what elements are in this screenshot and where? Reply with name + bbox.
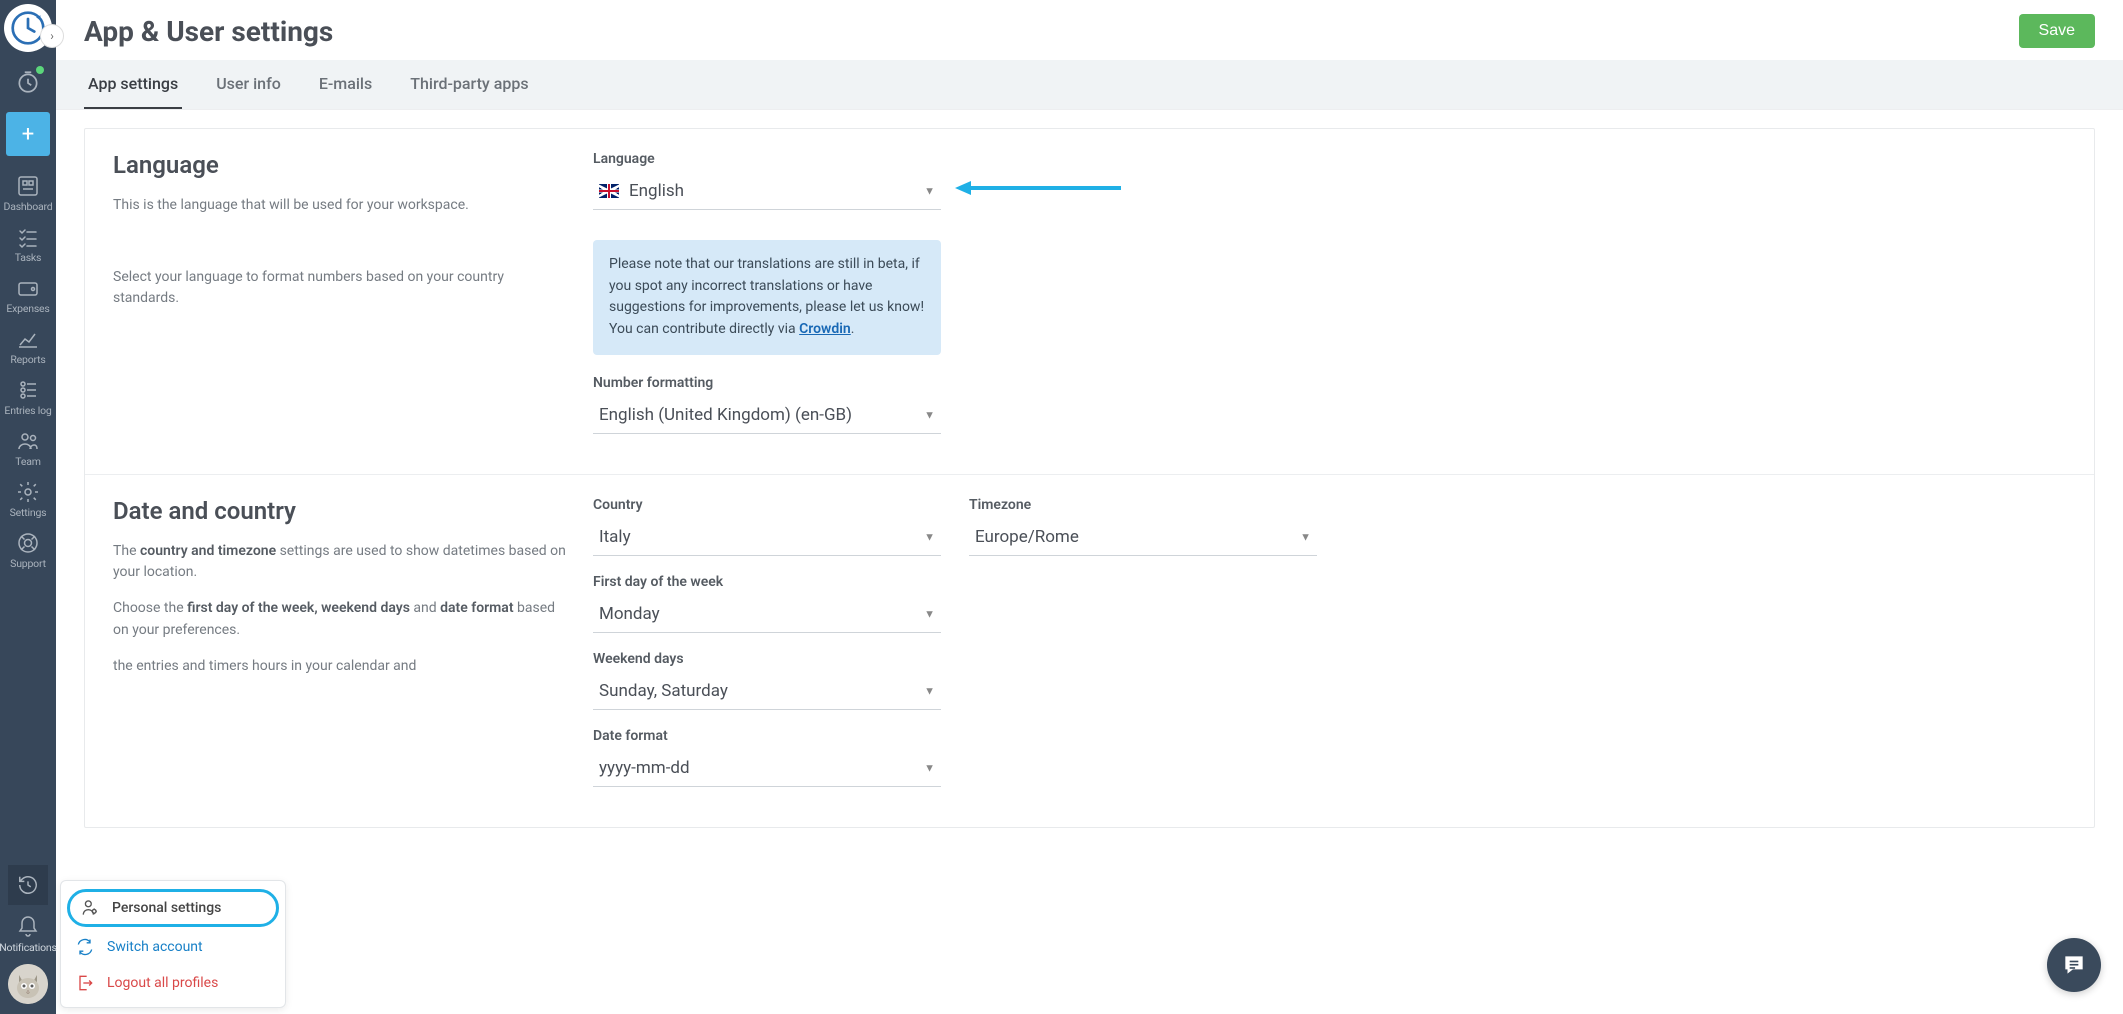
chevron-down-icon: ▼: [924, 607, 935, 620]
date-desc2: Choose the first day of the week, weeken…: [113, 598, 567, 641]
popup-logout[interactable]: Logout all profiles: [61, 965, 285, 1001]
timezone-label: Timezone: [969, 497, 1317, 513]
plus-icon: +: [22, 122, 34, 147]
timer-status-dot: [36, 66, 44, 74]
date-heading: Date and country: [113, 497, 567, 525]
save-button[interactable]: Save: [2019, 14, 2095, 48]
country-label: Country: [593, 497, 941, 513]
weekend-dropdown[interactable]: Sunday, Saturday ▼: [593, 673, 941, 710]
avatar[interactable]: [8, 964, 48, 1004]
language-dropdown[interactable]: English ▼: [593, 173, 941, 210]
firstday-label: First day of the week: [593, 574, 941, 590]
uk-flag-icon: [599, 184, 619, 198]
date-country-section: Date and country The country and timezon…: [85, 475, 2094, 827]
language-field-label: Language: [593, 151, 941, 167]
chevron-right-icon: ›: [50, 29, 54, 43]
sidebar-item-support[interactable]: Support: [0, 531, 56, 570]
language-value: English: [629, 181, 684, 201]
timer-icon[interactable]: [8, 62, 48, 102]
chat-fab[interactable]: [2047, 938, 2101, 992]
dateformat-dropdown[interactable]: yyyy-mm-dd ▼: [593, 750, 941, 787]
date-desc1: The country and timezone settings are us…: [113, 541, 567, 584]
app-logo[interactable]: ›: [4, 4, 52, 52]
number-format-label: Number formatting: [593, 375, 941, 391]
date-desc3: the entries and timers hours in your cal…: [113, 656, 567, 678]
language-section: Language This is the language that will …: [85, 129, 2094, 475]
sidebar-item-tasks[interactable]: Tasks: [0, 225, 56, 264]
history-icon[interactable]: [8, 865, 48, 905]
profile-popup: Personal settings Switch account Logout …: [60, 880, 286, 1008]
sidebar-item-notifications[interactable]: Notifications: [0, 915, 56, 954]
annotation-arrow: [953, 177, 1123, 199]
timezone-dropdown[interactable]: Europe/Rome ▼: [969, 519, 1317, 556]
chevron-down-icon: ▼: [924, 185, 935, 198]
weekend-value: Sunday, Saturday: [599, 681, 728, 701]
sidebar-item-team[interactable]: Team: [0, 429, 56, 468]
weekend-label: Weekend days: [593, 651, 941, 667]
language-desc2: Select your language to format numbers b…: [113, 267, 567, 310]
main: App & User settings Save App settings Us…: [56, 0, 2123, 1014]
timezone-value: Europe/Rome: [975, 527, 1079, 547]
page-title: App & User settings: [84, 15, 333, 48]
tab-app-settings[interactable]: App settings: [84, 60, 182, 109]
sidebar-nav: Dashboard Tasks Expenses Reports Entries…: [0, 174, 56, 570]
tab-emails[interactable]: E-mails: [315, 60, 376, 109]
language-desc1: This is the language that will be used f…: [113, 195, 567, 217]
tabs: App settings User info E-mails Third-par…: [56, 60, 2123, 110]
chevron-down-icon: ▼: [1300, 530, 1311, 543]
firstday-value: Monday: [599, 604, 660, 624]
country-value: Italy: [599, 527, 631, 547]
popup-switch-account[interactable]: Switch account: [61, 929, 285, 965]
crowdin-link[interactable]: Crowdin: [799, 321, 851, 337]
language-heading: Language: [113, 151, 567, 179]
add-button[interactable]: +: [6, 112, 50, 156]
content: Language This is the language that will …: [56, 110, 2123, 1014]
sidebar-expand-toggle[interactable]: ›: [40, 24, 64, 48]
sidebar-item-entries-log[interactable]: Entries log: [0, 378, 56, 417]
tab-third-party[interactable]: Third-party apps: [406, 60, 532, 109]
translation-note: Please note that our translations are st…: [593, 240, 941, 355]
chevron-down-icon: ▼: [924, 530, 935, 543]
number-format-value: English (United Kingdom) (en-GB): [599, 405, 852, 425]
popup-personal-settings[interactable]: Personal settings: [67, 889, 279, 927]
firstday-dropdown[interactable]: Monday ▼: [593, 596, 941, 633]
sidebar-item-settings[interactable]: Settings: [0, 480, 56, 519]
dateformat-label: Date format: [593, 728, 941, 744]
sidebar-item-reports[interactable]: Reports: [0, 327, 56, 366]
chevron-down-icon: ▼: [924, 408, 935, 421]
dateformat-value: yyyy-mm-dd: [599, 758, 690, 778]
sidebar: › + Dashboard Tasks Expenses Reports Ent…: [0, 0, 56, 1014]
settings-panel: Language This is the language that will …: [84, 128, 2095, 828]
tab-user-info[interactable]: User info: [212, 60, 285, 109]
sidebar-item-expenses[interactable]: Expenses: [0, 276, 56, 315]
header: App & User settings Save: [56, 0, 2123, 60]
chevron-down-icon: ▼: [924, 684, 935, 697]
number-format-dropdown[interactable]: English (United Kingdom) (en-GB) ▼: [593, 397, 941, 434]
chevron-down-icon: ▼: [924, 761, 935, 774]
sidebar-item-dashboard[interactable]: Dashboard: [0, 174, 56, 213]
country-dropdown[interactable]: Italy ▼: [593, 519, 941, 556]
